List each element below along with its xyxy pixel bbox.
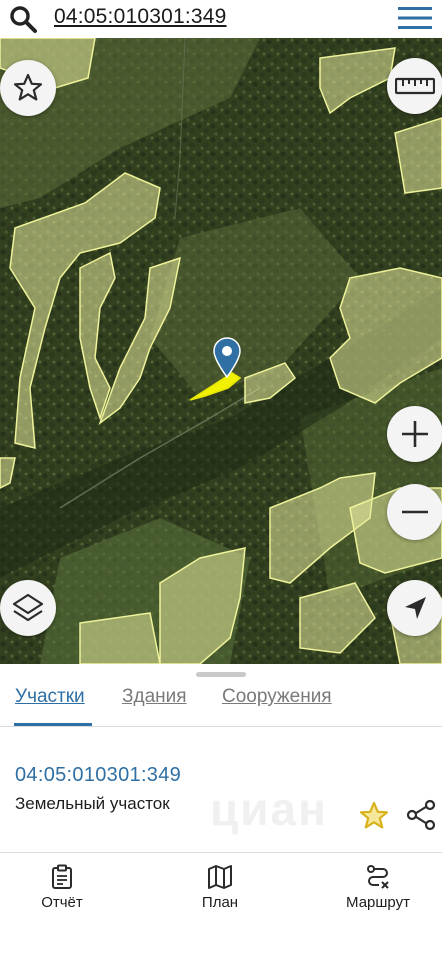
minus-icon <box>402 510 428 514</box>
star-icon[interactable] <box>358 800 390 832</box>
parcel-cadastral-number[interactable]: 04:05:010301:349 <box>15 764 181 787</box>
route-icon <box>367 865 389 889</box>
nav-plan[interactable]: План <box>160 854 280 924</box>
tab-parcels[interactable]: Участки <box>15 686 85 708</box>
cian-watermark: циан <box>210 783 328 835</box>
nav-plan-label: План <box>201 894 239 911</box>
nav-route-label: Маршрут <box>346 894 410 911</box>
my-location-button[interactable] <box>387 580 442 636</box>
ruler-icon <box>395 77 435 95</box>
zoom-in-button[interactable] <box>387 406 442 462</box>
star-icon <box>13 73 43 101</box>
bottom-sheet: Участки Здания Сооружения циан 04:05:010… <box>0 664 442 960</box>
bottom-nav: Отчёт План Маршрут <box>0 854 442 960</box>
tab-structures[interactable]: Сооружения <box>222 686 332 708</box>
layers-button[interactable] <box>0 580 56 636</box>
search-icon[interactable] <box>8 4 38 34</box>
parcel-type: Земельный участок <box>15 794 170 813</box>
search-query[interactable]: 04:05:010301:349 <box>54 5 227 29</box>
zoom-out-button[interactable] <box>387 484 442 540</box>
nav-report[interactable]: Отчёт <box>2 854 122 924</box>
satellite-map[interactable] <box>0 38 442 664</box>
share-icon[interactable] <box>404 798 438 832</box>
favorite-map-button[interactable] <box>0 60 56 116</box>
sheet-drag-handle[interactable] <box>196 672 246 677</box>
map-icon <box>208 865 232 889</box>
layers-icon <box>12 593 44 622</box>
ruler-button[interactable] <box>387 58 442 114</box>
map-pin-icon <box>213 337 241 378</box>
parcel-card[interactable]: циан 04:05:010301:349 Земельный участок <box>0 726 442 853</box>
tab-buildings[interactable]: Здания <box>122 686 187 708</box>
navigation-arrow-icon <box>405 597 426 619</box>
search-bar[interactable]: 04:05:010301:349 <box>0 0 442 39</box>
object-tabs: Участки Здания Сооружения <box>0 680 442 727</box>
clipboard-icon <box>52 864 72 889</box>
hamburger-menu-icon[interactable] <box>398 6 432 30</box>
nav-report-label: Отчёт <box>41 894 83 911</box>
nav-route[interactable]: Маршрут <box>318 854 438 924</box>
plus-icon <box>402 421 428 447</box>
